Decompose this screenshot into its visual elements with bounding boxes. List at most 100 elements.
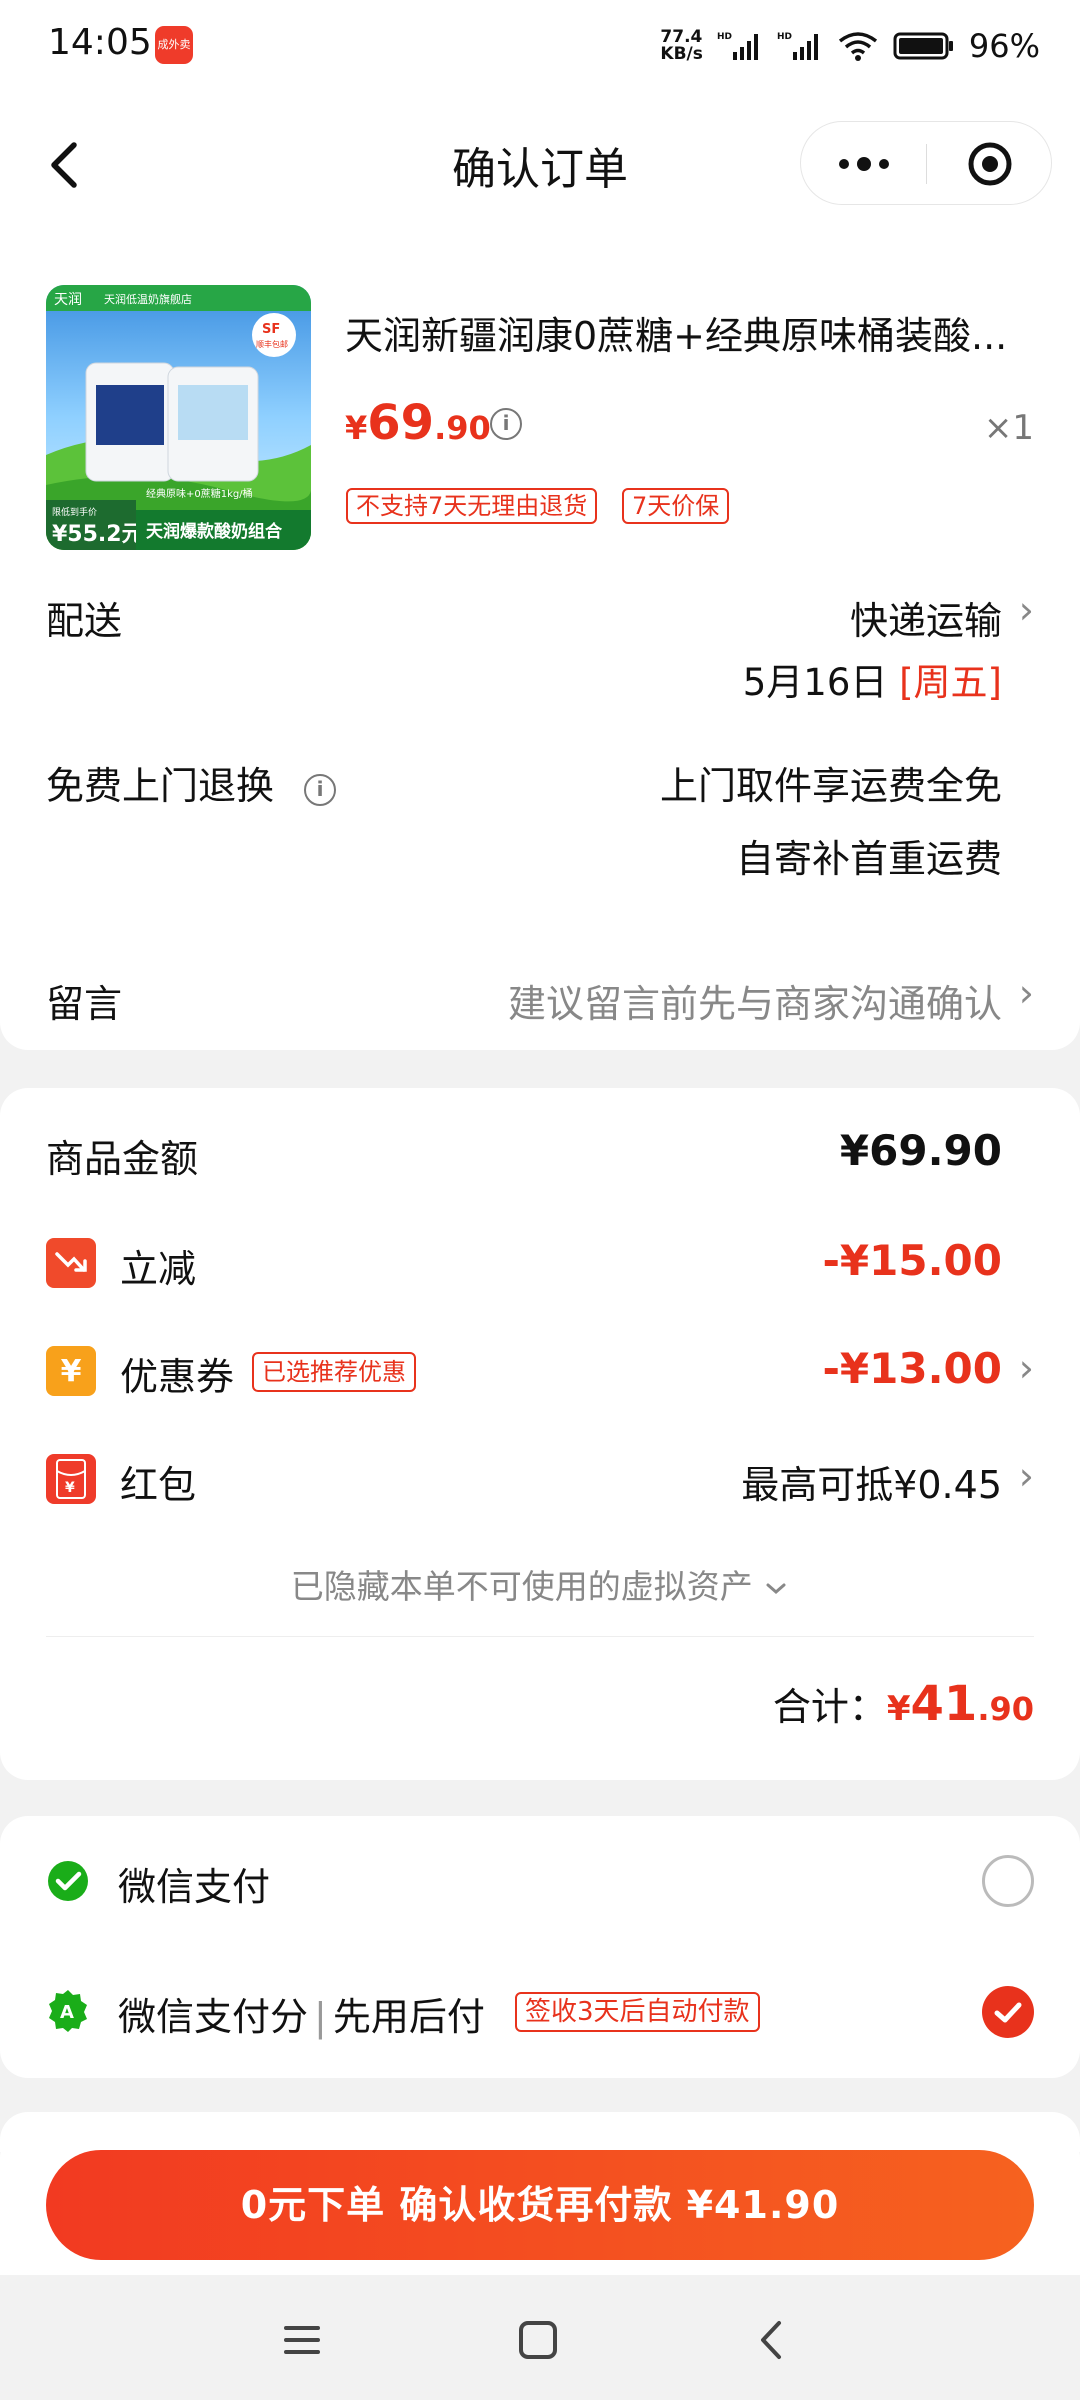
total-amount: 合计：¥41.90 xyxy=(773,1676,1034,1732)
coupon-label: 优惠券 xyxy=(120,1355,235,1399)
price-decimal: .90 xyxy=(434,409,491,447)
delivery-method[interactable]: 快递运输 xyxy=(850,590,1002,645)
svg-text:¥: ¥ xyxy=(65,1480,75,1496)
pay-later-text: 先用后付 xyxy=(332,1995,485,2039)
svg-text:HD: HD xyxy=(717,32,732,42)
image-combo: 天润爆款酸奶组合 xyxy=(146,521,283,542)
image-shop: 天润低温奶旗舰店 xyxy=(104,292,192,306)
price-currency: ¥ xyxy=(345,409,368,447)
total-currency: ¥ xyxy=(886,1689,911,1729)
status-bar: 14:05 成外卖 77.4 KB/s HD HD 96% xyxy=(0,0,1080,95)
goods-amount-value: ¥69.90 xyxy=(839,1126,1002,1175)
svg-text:HD: HD xyxy=(777,32,792,42)
more-dots-icon xyxy=(838,157,889,171)
goods-amount-label: 商品金额 xyxy=(46,1137,199,1181)
message-input[interactable]: 建议留言前先与商家沟通确认 xyxy=(508,973,1002,1028)
total-decimal: .90 xyxy=(977,1690,1034,1728)
image-flavor: 经典原味+0蔗糖1kg/桶 xyxy=(146,487,253,500)
wechat-pay-option[interactable]: 微信支付 xyxy=(0,1816,1080,1946)
product-image[interactable]: 天润 天润低温奶旗舰店 SF 顺丰包邮 经典原味+0蔗糖1kg/桶 限低到手价 … xyxy=(46,285,311,550)
price-protect-tag: 7天价保 xyxy=(622,488,730,524)
redpacket-value[interactable]: 最高可抵¥0.45 xyxy=(741,1454,1002,1509)
free-return-text: 免费上门退换 xyxy=(46,764,275,808)
check-icon xyxy=(994,2002,1022,2023)
no-return-tag: 不支持7天无理由退货 xyxy=(346,488,598,524)
discount-icon xyxy=(46,1238,96,1288)
signal-icon-2: HD xyxy=(777,32,818,60)
discount-label: 立减 xyxy=(120,1247,197,1291)
chevron-right-icon: › xyxy=(1018,1454,1034,1498)
amount-card: 商品金额 ¥69.90 立减 -¥15.00 ¥ 优惠券 已选推荐优惠 -¥13… xyxy=(0,1088,1080,1780)
network-speed: 77.4 KB/s xyxy=(660,29,702,63)
status-indicators: 77.4 KB/s HD HD 96% xyxy=(660,24,1040,68)
coupon-icon: ¥ xyxy=(46,1346,96,1396)
battery-percent: 96% xyxy=(968,27,1040,65)
status-time: 14:05 xyxy=(48,22,152,63)
coupon-value[interactable]: -¥13.00 xyxy=(822,1344,1002,1393)
hidden-assets-text: 已隐藏本单不可使用的虚拟资产 xyxy=(290,1567,753,1606)
wechat-score-label: 微信支付分 | 先用后付 xyxy=(118,1986,485,2041)
delivery-date: 5月16日 [周五] xyxy=(743,652,1002,706)
redpacket-label: 红包 xyxy=(120,1463,197,1507)
return-pickup-note: 上门取件享运费全免 xyxy=(659,764,1002,808)
wechat-score-option[interactable]: A 微信支付分 | 先用后付 签收3天后自动付款 xyxy=(0,1946,1080,2078)
coupon-tag: 已选推荐优惠 xyxy=(252,1352,416,1392)
wechat-pay-label: 微信支付 xyxy=(118,1865,271,1909)
signal-icon: HD xyxy=(717,32,758,60)
system-back-icon[interactable] xyxy=(748,2315,798,2365)
miniprogram-capsule xyxy=(800,121,1052,205)
info-icon[interactable]: i xyxy=(304,774,337,806)
image-sf: SF xyxy=(262,322,280,337)
wechat-score-text: 微信支付分 xyxy=(118,1995,309,2039)
price-integer: 69 xyxy=(367,395,435,451)
total-integer: 41 xyxy=(910,1676,978,1732)
price-info-button[interactable]: i xyxy=(490,408,522,440)
delivery-date-text: 5月16日 xyxy=(742,661,888,704)
app-notification-icon: 成外卖 xyxy=(155,26,193,64)
wechat-pay-radio[interactable] xyxy=(982,1855,1034,1907)
total-label: 合计： xyxy=(772,1685,887,1729)
wechat-pay-icon xyxy=(48,1861,88,1901)
svg-text:A: A xyxy=(60,2002,74,2023)
chevron-right-icon: › xyxy=(1018,971,1034,1015)
chevron-down-icon xyxy=(766,1583,786,1594)
yen-icon: ¥ xyxy=(60,1353,82,1389)
wifi-icon xyxy=(838,32,877,61)
chevron-right-icon: › xyxy=(1018,1346,1034,1390)
redpacket-icon: ¥ xyxy=(46,1454,96,1504)
more-button[interactable] xyxy=(801,122,926,206)
target-close-icon xyxy=(968,142,1012,186)
trend-down-icon xyxy=(55,1252,87,1272)
place-order-button[interactable]: 0元下单 确认收货再付款 ¥41.90 xyxy=(46,2150,1034,2260)
menu-icon[interactable] xyxy=(277,2315,327,2365)
product-image-art: 天润 天润低温奶旗舰店 SF 顺丰包邮 经典原味+0蔗糖1kg/桶 限低到手价 … xyxy=(46,285,311,550)
chevron-right-icon: › xyxy=(1018,588,1034,632)
discount-value: -¥15.00 xyxy=(822,1236,1002,1285)
wechat-score-icon: A xyxy=(49,1990,87,2032)
delivery-label: 配送 xyxy=(46,599,123,643)
close-miniprogram-button[interactable] xyxy=(927,122,1053,206)
image-promo-label: 限低到手价 xyxy=(52,506,97,518)
product-quantity: ×1 xyxy=(983,408,1034,448)
info-icon: i xyxy=(490,408,522,440)
product-price: ¥69.90 xyxy=(345,395,491,451)
image-promo-price: ¥55.2元 xyxy=(52,522,144,547)
navigation-bar: 确认订单 xyxy=(0,95,1080,230)
free-return-label: 免费上门退换 i xyxy=(46,755,337,810)
return-selfsend-note: 自寄补首重运费 xyxy=(735,837,1002,881)
message-label: 留言 xyxy=(46,982,123,1026)
battery-icon xyxy=(893,32,953,60)
order-info-card: 天润 天润低温奶旗舰店 SF 顺丰包邮 经典原味+0蔗糖1kg/桶 限低到手价 … xyxy=(0,230,1080,1050)
auto-pay-tag: 签收3天后自动付款 xyxy=(515,1992,760,2032)
image-brand: 天润 xyxy=(54,292,82,308)
label-separator: | xyxy=(314,1995,327,2039)
network-speed-unit: KB/s xyxy=(660,44,703,64)
hidden-assets-toggle[interactable]: 已隐藏本单不可使用的虚拟资产 xyxy=(0,1560,1080,1608)
wechat-score-radio-selected[interactable] xyxy=(982,1986,1034,2038)
product-name[interactable]: 天润新疆润康0蔗糖+经典原味桶装酸... xyxy=(345,305,1035,360)
payment-card: 微信支付 A 微信支付分 | 先用后付 签收3天后自动付款 xyxy=(0,1816,1080,2078)
red-envelope-icon: ¥ xyxy=(56,1459,86,1499)
home-icon[interactable] xyxy=(513,2315,563,2365)
system-navigation-bar xyxy=(0,2275,1080,2400)
delivery-weekday: [周五] xyxy=(899,661,1002,704)
